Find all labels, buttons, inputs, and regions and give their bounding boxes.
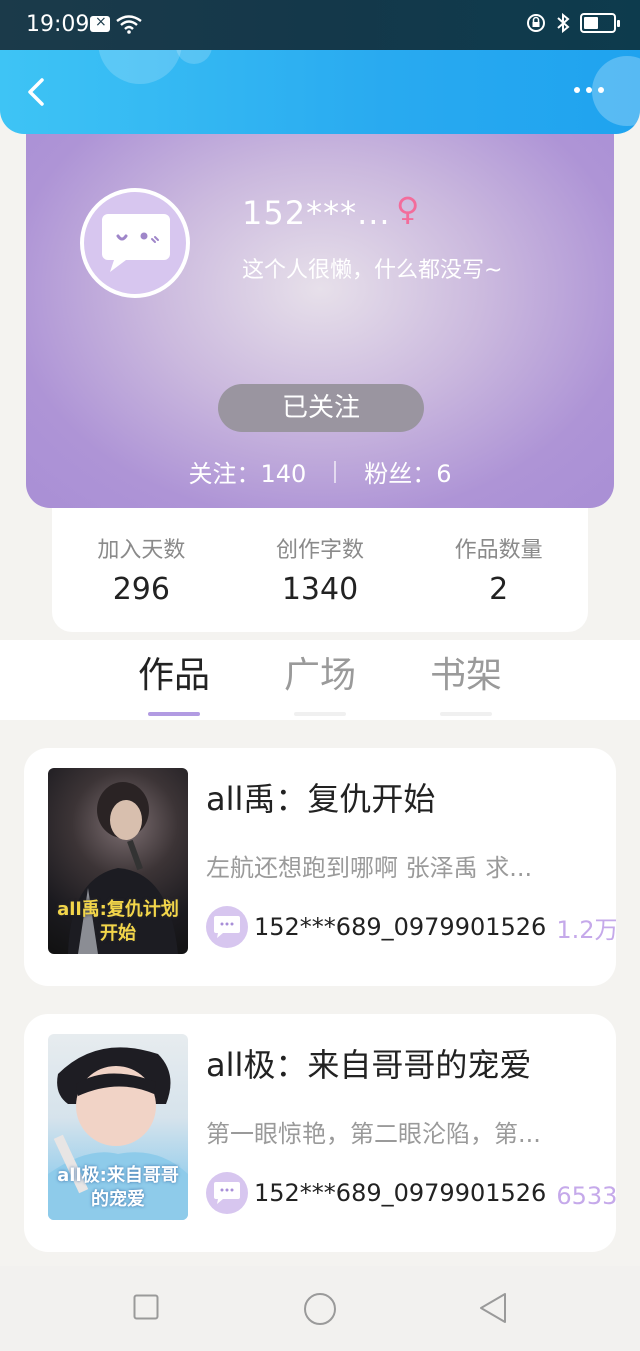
bio-text: 这个人很懒，什么都没写~ xyxy=(242,258,503,283)
stat-value: 1340 xyxy=(281,572,359,607)
status-time: 19:09 xyxy=(26,12,90,37)
tab-indicator xyxy=(440,712,492,716)
status-bar: 19:09 xyxy=(0,0,640,50)
work-description: 左航还想跑到哪啊 张泽禹 求... xyxy=(206,854,533,882)
wifi-icon xyxy=(116,14,142,34)
female-gender-icon: ♀ xyxy=(396,190,420,228)
decorative-bubble xyxy=(98,50,182,84)
work-meta: 152***689_0979901526 1.2万人 xyxy=(206,906,616,948)
stat-label: 作品数量 xyxy=(454,538,543,563)
work-card[interactable]: all禹:复仇计划开始 all禹：复仇开始 左航还想跑到哪啊 张泽禹 求... … xyxy=(24,748,616,986)
work-meta: 152***689_0979901526 6533人 xyxy=(206,1172,616,1214)
more-dot-icon xyxy=(586,87,592,93)
decorative-bubble xyxy=(176,50,212,64)
battery-icon xyxy=(580,13,620,33)
more-dot-icon xyxy=(574,87,580,93)
tabs-bar: 作品 广场 书架 xyxy=(0,640,640,720)
stat-value: 296 xyxy=(112,572,170,607)
chat-bubble-avatar-icon xyxy=(102,214,170,272)
cover-title: all禹:复仇计划开始 xyxy=(57,899,179,944)
top-nav-bar xyxy=(0,50,640,134)
work-cover-image: all禹:复仇计划开始 xyxy=(48,768,188,954)
circle-icon xyxy=(304,1293,336,1325)
tab-works[interactable]: 作品 xyxy=(124,646,224,716)
tab-square[interactable]: 广场 xyxy=(270,646,370,716)
tab-label: 书架 xyxy=(429,655,502,696)
following-count[interactable]: 关注：140 xyxy=(188,454,306,489)
avatar[interactable] xyxy=(80,188,190,298)
reader-count: 1.2万人 xyxy=(556,915,616,944)
stat-join-days: 加入天数 296 xyxy=(52,508,231,632)
rotation-lock-icon xyxy=(526,13,546,33)
author-name: 152***689_0979901526 xyxy=(254,1179,547,1207)
author-avatar xyxy=(206,1172,248,1214)
stat-work-count: 作品数量 2 xyxy=(409,508,588,632)
home-button[interactable] xyxy=(303,1292,337,1330)
back-nav-button[interactable] xyxy=(478,1292,508,1328)
tab-indicator xyxy=(294,712,346,716)
square-icon xyxy=(133,1294,159,1320)
fans-count[interactable]: 粉丝：6 xyxy=(364,454,451,489)
system-navigation-bar xyxy=(0,1266,640,1351)
work-title: all禹：复仇开始 xyxy=(206,780,436,818)
chat-bubble-icon xyxy=(214,1182,240,1204)
stat-label: 加入天数 xyxy=(97,538,186,563)
follow-stats: 关注：140 粉丝：6 xyxy=(26,454,614,489)
no-sim-icon xyxy=(90,14,110,32)
recent-apps-button[interactable] xyxy=(133,1294,159,1324)
stat-value: 2 xyxy=(489,572,509,607)
bluetooth-icon xyxy=(556,13,570,33)
work-cover-image: all极:来自哥哥的宠爱 xyxy=(48,1034,188,1220)
work-card[interactable]: all极:来自哥哥的宠爱 all极：来自哥哥的宠爱 第一眼惊艳，第二眼沦陷，第.… xyxy=(24,1014,616,1252)
tab-label: 广场 xyxy=(283,655,356,696)
chat-bubble-icon xyxy=(214,916,240,938)
tab-label: 作品 xyxy=(137,655,210,696)
status-right-icons xyxy=(526,13,620,33)
reader-count: 6533人 xyxy=(556,1181,616,1210)
following-button[interactable]: 已关注 xyxy=(218,384,424,432)
stats-card: 加入天数 296 创作字数 1340 作品数量 2 xyxy=(52,508,588,632)
stats-divider xyxy=(334,460,337,483)
cover-title: all极:来自哥哥的宠爱 xyxy=(57,1165,179,1210)
chevron-left-icon xyxy=(28,78,44,106)
tab-indicator xyxy=(148,712,200,716)
more-options-button[interactable] xyxy=(574,80,614,100)
stat-word-count: 创作字数 1340 xyxy=(231,508,410,632)
triangle-back-icon xyxy=(480,1293,506,1323)
work-description: 第一眼惊艳，第二眼沦陷，第... xyxy=(206,1120,541,1148)
stat-label: 创作字数 xyxy=(276,538,365,563)
status-left-icons xyxy=(90,14,142,34)
profile-header-card: 152***... ♀ 这个人很懒，什么都没写~ 已关注 关注：140 粉丝：6 xyxy=(26,110,614,508)
tab-bookshelf[interactable]: 书架 xyxy=(416,646,516,716)
author-name: 152***689_0979901526 xyxy=(254,913,547,941)
more-dot-icon xyxy=(598,87,604,93)
author-avatar xyxy=(206,906,248,948)
work-title: all极：来自哥哥的宠爱 xyxy=(206,1046,532,1084)
back-button[interactable] xyxy=(18,72,54,112)
nickname: 152***... xyxy=(242,194,391,232)
